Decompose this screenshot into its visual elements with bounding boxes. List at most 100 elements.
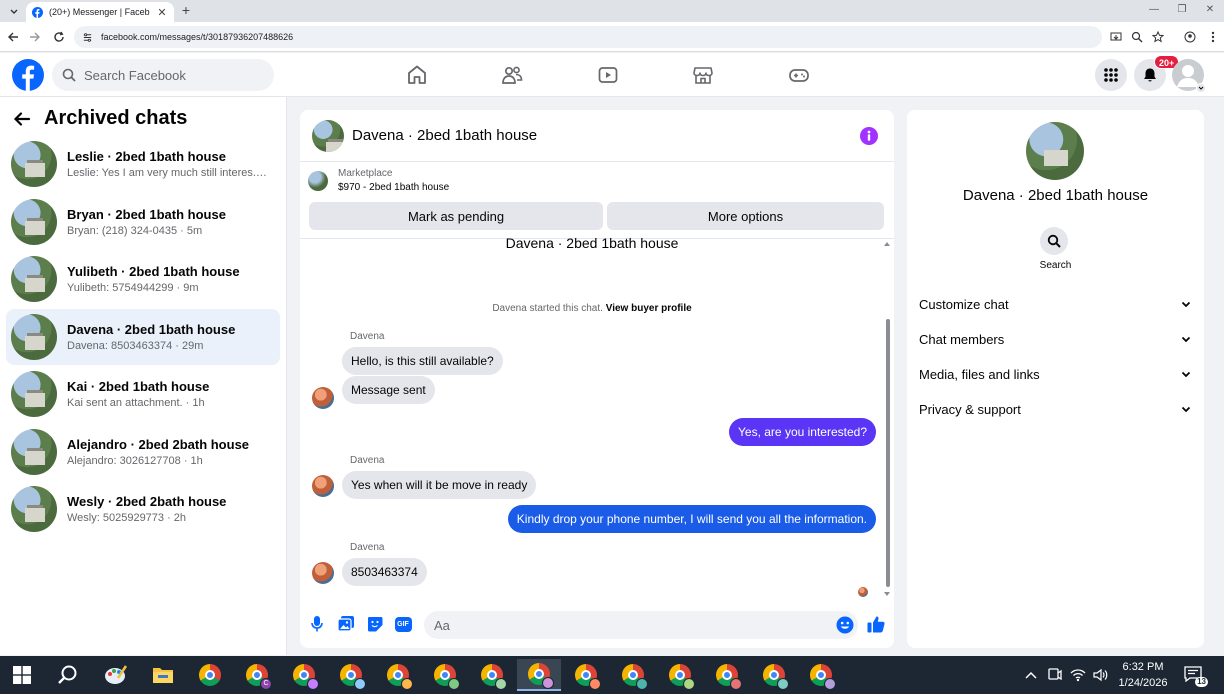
chat-name: Davena · 2bed 1bath house (67, 322, 236, 337)
sender-avatar[interactable] (312, 387, 334, 409)
restore-icon[interactable]: ❐ (1168, 2, 1196, 18)
chat-name: Alejandro · 2bed 2bath house (67, 437, 250, 452)
bookmark-star-icon[interactable] (1151, 30, 1165, 44)
chat-list-item[interactable]: Kai · 2bed 1bath house Kai sent an attac… (6, 366, 280, 422)
url-text[interactable]: facebook.com/messages/t/3018793620748862… (101, 32, 293, 42)
clock-date: 1/24/2026 (1118, 677, 1168, 689)
chrome-profile-icon[interactable] (472, 659, 512, 691)
message-input[interactable] (434, 617, 814, 633)
incoming-message[interactable]: 8503463374 (342, 558, 427, 586)
message-input-box[interactable] (424, 611, 858, 639)
minimize-icon[interactable]: — (1140, 2, 1168, 18)
incoming-message[interactable]: Yes when will it be move in ready (342, 471, 537, 499)
photo-icon[interactable] (337, 615, 355, 633)
reload-icon[interactable] (52, 30, 66, 44)
info-icon[interactable] (860, 127, 878, 145)
details-avatar[interactable] (1026, 122, 1084, 180)
volume-icon[interactable] (1092, 656, 1108, 694)
window-close-icon[interactable]: ✕ (1196, 2, 1224, 18)
incoming-message[interactable]: Message sent (342, 376, 435, 404)
media-files-links-section[interactable]: Media, files and links (919, 360, 1192, 388)
chrome-profile-icon[interactable] (331, 659, 371, 691)
marketplace-listing[interactable]: Marketplace $970 - 2bed 1bath house (308, 168, 449, 193)
tab-search-icon[interactable] (6, 3, 22, 19)
chrome-profile-icon[interactable] (378, 659, 418, 691)
site-info-icon[interactable] (82, 32, 93, 43)
video-nav-icon[interactable] (594, 61, 622, 89)
back-icon[interactable] (6, 30, 20, 44)
facebook-search-box[interactable] (52, 59, 274, 91)
chrome-profile-icon[interactable] (425, 659, 465, 691)
chat-list-item-active[interactable]: Davena · 2bed 1bath house Davena: 850346… (6, 309, 280, 365)
taskbar-search-icon[interactable] (48, 659, 88, 691)
facebook-logo-icon[interactable] (12, 59, 44, 91)
outgoing-message[interactable]: Yes, are you interested? (729, 418, 876, 446)
thumbs-up-icon[interactable] (866, 614, 886, 634)
chrome-profile-icon[interactable] (707, 659, 747, 691)
sender-avatar[interactable] (312, 562, 334, 584)
chrome-icon[interactable] (190, 659, 230, 691)
conversation-avatar[interactable] (312, 119, 344, 152)
chat-preview: Alejandro: 3026127708 · 1h (67, 455, 203, 467)
microphone-icon[interactable] (308, 615, 326, 633)
emoji-icon[interactable] (836, 616, 854, 634)
back-arrow-icon[interactable] (12, 109, 32, 129)
wifi-icon[interactable] (1070, 656, 1086, 694)
file-explorer-icon[interactable] (143, 659, 183, 691)
chrome-profile-icon-active[interactable] (517, 659, 561, 691)
taskbar-clock[interactable]: 6:32 PM 1/24/2026 (1112, 659, 1174, 691)
search-input[interactable] (84, 67, 264, 83)
chrome-profile-c-icon[interactable]: C (237, 659, 277, 691)
notification-center-icon[interactable]: 13 (1184, 656, 1208, 694)
account-chevron-icon[interactable] (1196, 83, 1206, 93)
chrome-profile-icon[interactable] (566, 659, 606, 691)
search-icon (1047, 234, 1061, 248)
gaming-nav-icon[interactable] (785, 61, 813, 89)
menu-grid-icon[interactable] (1095, 59, 1127, 91)
home-nav-icon[interactable] (403, 61, 431, 89)
windows-start-icon[interactable] (2, 659, 42, 691)
chat-members-section[interactable]: Chat members (919, 325, 1192, 353)
browser-menu-icon[interactable] (1206, 30, 1220, 44)
mark-as-pending-button[interactable]: Mark as pending (309, 202, 603, 230)
chat-list-item[interactable]: Yulibeth · 2bed 1bath house Yulibeth: 57… (6, 251, 280, 307)
sticker-icon[interactable] (366, 615, 384, 633)
scroll-up-icon[interactable] (883, 241, 891, 247)
marketplace-nav-icon[interactable] (689, 61, 717, 89)
scroll-down-icon[interactable] (883, 591, 891, 597)
show-hidden-icons-icon[interactable] (1024, 656, 1038, 694)
sender-avatar[interactable] (312, 475, 334, 497)
view-buyer-profile-link[interactable]: View buyer profile (606, 303, 692, 314)
chat-list-item[interactable]: Alejandro · 2bed 2bath house Alejandro: … (6, 424, 280, 480)
outgoing-message[interactable]: Kindly drop your phone number, I will se… (507, 505, 876, 533)
paint-app-icon[interactable] (96, 659, 136, 691)
chat-list-item[interactable]: Wesly · 2bed 2bath house Wesly: 50259297… (6, 481, 280, 537)
privacy-support-section[interactable]: Privacy & support (919, 395, 1192, 423)
gif-icon[interactable]: GIF (394, 615, 412, 633)
tab-close-icon[interactable]: ✕ (156, 6, 168, 19)
customize-chat-section[interactable]: Customize chat (919, 290, 1192, 318)
chrome-profile-icon[interactable] (754, 659, 794, 691)
forward-icon[interactable] (28, 30, 42, 44)
conversation-title[interactable]: Davena · 2bed 1bath house (352, 127, 537, 144)
more-options-button[interactable]: More options (607, 202, 884, 230)
message-thread[interactable]: Davena · 2bed 1bath house Davena started… (300, 235, 894, 600)
details-search-button[interactable] (1040, 227, 1068, 255)
zoom-icon[interactable] (1130, 30, 1144, 44)
chrome-profile-icon[interactable] (660, 659, 700, 691)
address-bar[interactable]: facebook.com/messages/t/3018793620748862… (74, 26, 1102, 48)
profile-icon[interactable] (1183, 30, 1197, 44)
incoming-message[interactable]: Hello, is this still available? (342, 347, 503, 375)
chat-avatar (11, 314, 57, 360)
friends-nav-icon[interactable] (498, 61, 526, 89)
install-app-icon[interactable] (1109, 30, 1123, 44)
scrollbar-thumb[interactable] (886, 319, 890, 587)
chat-list-item[interactable]: Bryan · 2bed 1bath house Bryan: (218) 32… (6, 194, 280, 250)
chrome-profile-icon[interactable] (284, 659, 324, 691)
chat-list-item[interactable]: Leslie · 2bed 1bath house Leslie: Yes I … (6, 136, 280, 192)
chrome-profile-icon[interactable] (613, 659, 653, 691)
chrome-profile-icon[interactable] (801, 659, 841, 691)
browser-tab-messenger[interactable]: (20+) Messenger | Facebook ✕ (26, 2, 174, 22)
new-tab-icon[interactable]: + (178, 2, 194, 18)
meet-now-icon[interactable] (1047, 656, 1063, 694)
